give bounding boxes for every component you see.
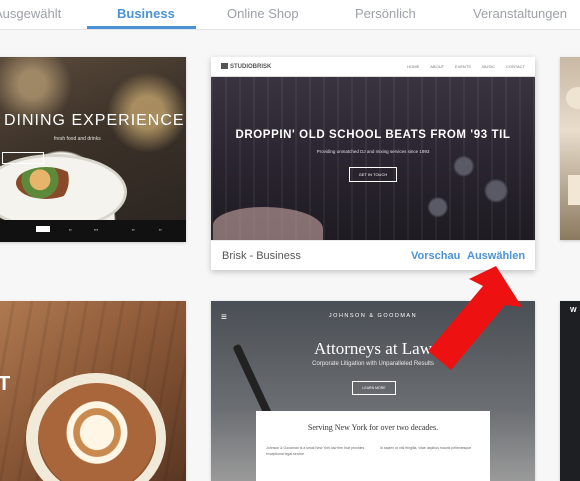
partial-headline-letter: W xyxy=(570,307,577,314)
law-headline: Attorneys at Law xyxy=(313,339,433,358)
law-panel-title: Serving New York for over two decades. xyxy=(307,423,439,432)
food-preview-image xyxy=(560,57,580,240)
template-card-law[interactable]: ≡ JOHNSON & GOODMAN Attorneys at Law Cor… xyxy=(211,301,535,481)
law-column-left: Johnson & Goodman is a small New York la… xyxy=(266,446,365,456)
restaurant-preview-navbar: ▪▪ ▪▪▪ ▪▪ ▪▪ xyxy=(0,220,186,242)
preview-button[interactable]: Vorschau xyxy=(411,250,460,262)
template-card-brisk[interactable]: STUDIOBRISK HOME ABOUT EVENTS MUSIC CONTACT … xyxy=(211,57,535,270)
tab-ausgewaehlt[interactable]: Ausgewählt xyxy=(0,0,61,29)
tab-online-shop[interactable]: Online Shop xyxy=(227,0,299,29)
select-button[interactable]: Auswählen xyxy=(467,250,525,262)
brisk-headline: DROPPIN' OLD SCHOOL BEATS FROM '93 TIL xyxy=(235,129,511,141)
brisk-logo: STUDIOBRISK xyxy=(221,63,271,70)
law-column-right: In sapien ut nisl fringilla, vitae dapib… xyxy=(380,446,472,450)
law-subline: Corporate Litigation with Unparalleled R… xyxy=(312,361,434,367)
brisk-cta-button: GET IN TOUCH xyxy=(349,167,397,182)
brisk-preview-header: STUDIOBRISK HOME ABOUT EVENTS MUSIC CONTACT xyxy=(211,57,535,77)
restaurant-preview-button xyxy=(2,152,44,164)
category-tab-bar: Ausgewählt Business Online Shop Persönli… xyxy=(0,0,580,30)
active-tab-indicator xyxy=(87,26,196,29)
template-card-partial-right-bottom[interactable]: W xyxy=(560,301,580,481)
template-card-restaurant[interactable]: DINING EXPERIENCE fresh food and drinks … xyxy=(0,57,186,242)
law-logo: JOHNSON & GOODMAN xyxy=(328,313,418,319)
dark-preview-image xyxy=(560,301,580,481)
template-name: Brisk - Business xyxy=(222,250,301,262)
tab-business[interactable]: Business xyxy=(117,0,175,29)
tab-veranstaltungen[interactable]: Veranstaltungen xyxy=(473,0,567,29)
law-info-panel: Serving New York for over two decades. J… xyxy=(256,411,490,481)
restaurant-headline: DINING EXPERIENCE xyxy=(4,112,185,129)
law-cta-button: LEARN MORE xyxy=(352,381,396,395)
card-footer: Brisk - Business Vorschau Auswählen xyxy=(211,240,535,270)
food-image xyxy=(16,167,76,199)
tab-persoenlich[interactable]: Persönlich xyxy=(355,0,416,29)
food-item-image xyxy=(568,175,580,205)
logo-mark-icon xyxy=(221,63,228,69)
brisk-preview-thumbnail: STUDIOBRISK HOME ABOUT EVENTS MUSIC CONTACT … xyxy=(211,57,535,240)
brisk-subline: Providing unmatched DJ and mixing servic… xyxy=(316,149,430,154)
restaurant-subline: fresh food and drinks xyxy=(54,136,101,142)
template-card-partial-right[interactable] xyxy=(560,57,580,240)
template-card-coffee[interactable]: T xyxy=(0,301,186,481)
coffee-headline-letter: T xyxy=(0,373,11,395)
brisk-preview-nav: HOME ABOUT EVENTS MUSIC CONTACT xyxy=(407,64,525,69)
